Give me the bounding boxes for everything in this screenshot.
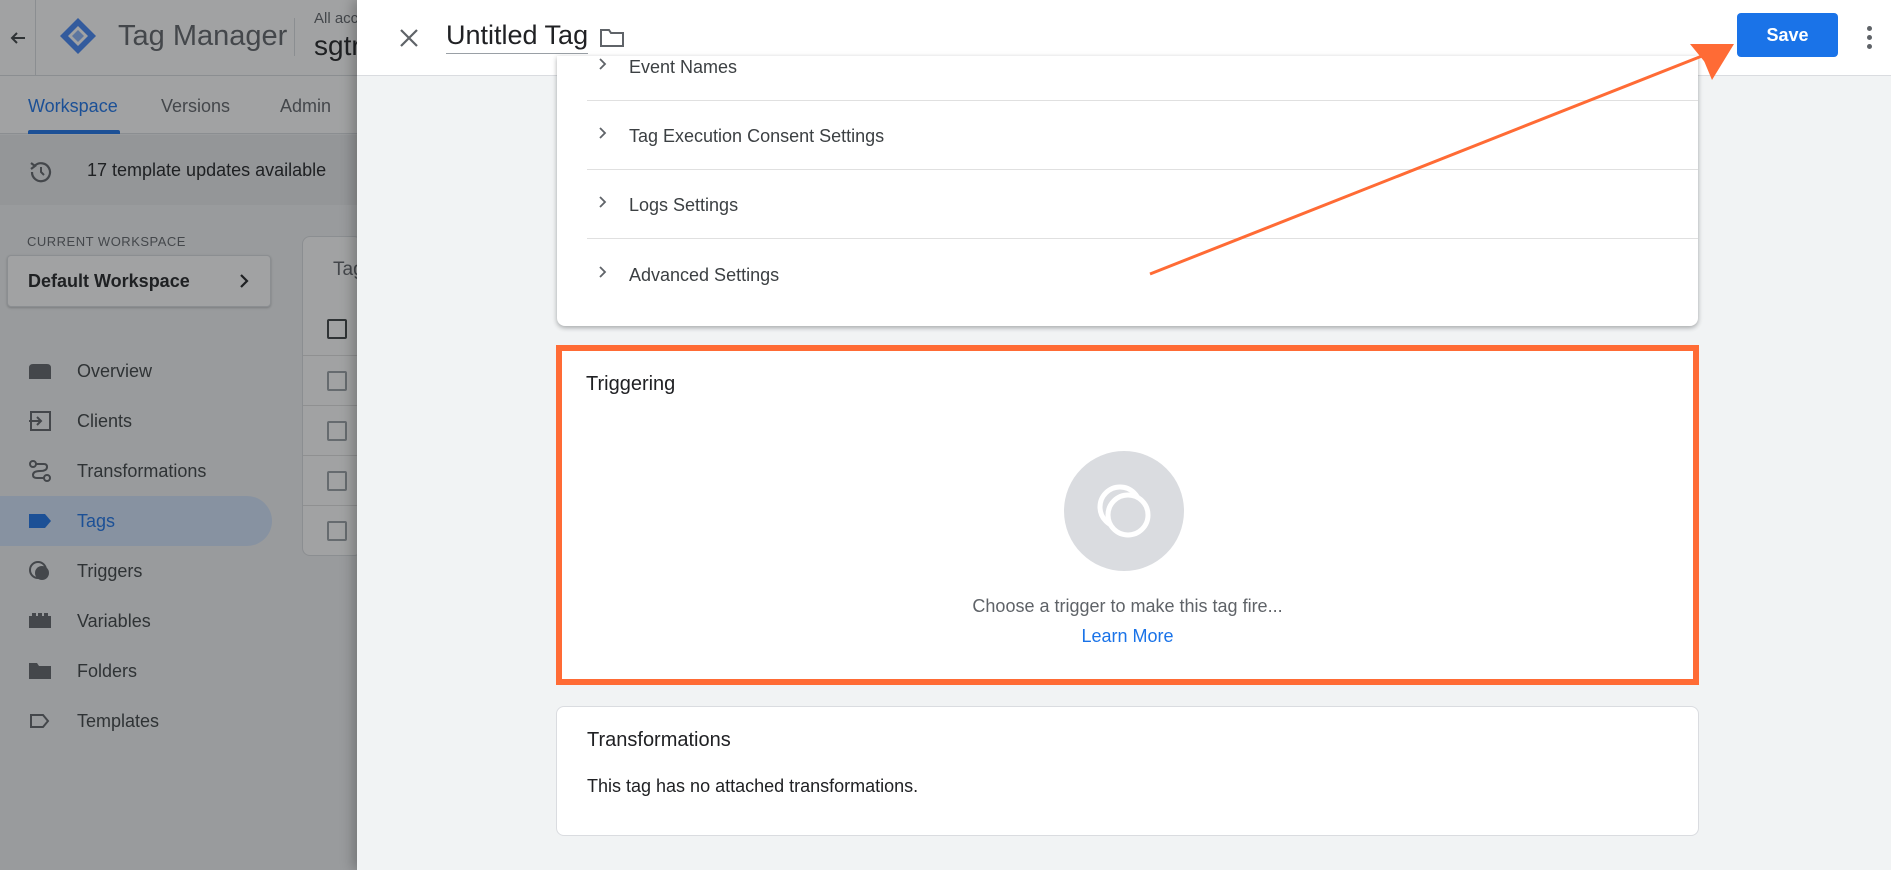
settings-row-label: Tag Execution Consent Settings bbox=[629, 126, 885, 146]
more-options-button[interactable] bbox=[1859, 20, 1879, 54]
add-trigger-button[interactable] bbox=[1064, 451, 1184, 571]
save-button[interactable]: Save bbox=[1737, 13, 1838, 57]
transformations-empty-text: This tag has no attached transformations… bbox=[587, 776, 919, 796]
transformations-title: Transformations bbox=[587, 729, 731, 751]
triggering-card[interactable]: Triggering Choose a trigger to make this… bbox=[556, 345, 1699, 685]
triggering-empty-text: Choose a trigger to make this tag fire..… bbox=[972, 596, 1283, 616]
folder-icon bbox=[600, 29, 624, 47]
settings-row-label: Event Names bbox=[629, 57, 738, 77]
settings-row-label: Advanced Settings bbox=[629, 265, 780, 285]
transformations-card: Transformations This tag has no attached… bbox=[556, 706, 1699, 836]
tag-name-input[interactable]: Untitled Tag bbox=[446, 20, 589, 54]
close-button[interactable] bbox=[391, 20, 427, 56]
chevron-right-icon bbox=[599, 196, 607, 208]
close-icon bbox=[400, 29, 418, 47]
tag-editor-sheet: Untitled Tag Save Event Names Tag Execut… bbox=[357, 0, 1891, 870]
learn-more-link[interactable]: Learn More bbox=[562, 626, 1693, 647]
kebab-dot bbox=[1866, 43, 1872, 49]
kebab-dot bbox=[1866, 34, 1872, 40]
folder-button[interactable] bbox=[595, 22, 629, 54]
settings-row-logs[interactable]: Logs Settings bbox=[587, 170, 1698, 239]
settings-row-event-names[interactable]: Event Names bbox=[587, 56, 1698, 101]
kebab-dot bbox=[1866, 25, 1872, 31]
chevron-right-icon bbox=[599, 266, 607, 278]
chevron-right-icon bbox=[599, 58, 607, 70]
trigger-icon bbox=[1097, 484, 1151, 538]
settings-row-consent[interactable]: Tag Execution Consent Settings bbox=[587, 101, 1698, 170]
settings-row-advanced[interactable]: Advanced Settings bbox=[587, 240, 1698, 309]
tag-settings-card: Event Names Tag Execution Consent Settin… bbox=[557, 56, 1698, 326]
settings-row-label: Logs Settings bbox=[629, 195, 739, 215]
triggering-title: Triggering bbox=[586, 373, 676, 395]
chevron-right-icon bbox=[599, 127, 607, 139]
